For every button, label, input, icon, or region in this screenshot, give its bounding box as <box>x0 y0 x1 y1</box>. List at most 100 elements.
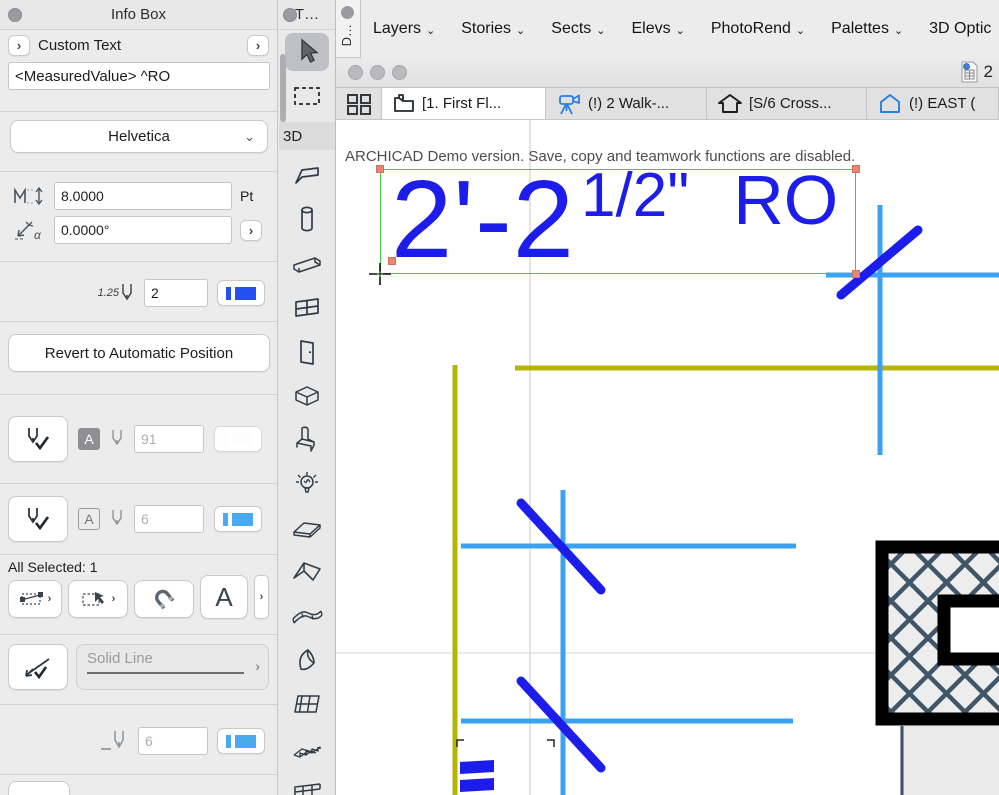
revert-to-automatic-position-button[interactable]: Revert to Automatic Position <box>8 334 270 372</box>
tool-slab[interactable] <box>285 509 329 547</box>
menu-3d-options[interactable]: 3D Optic <box>929 20 991 38</box>
window-title-bar[interactable]: 2 <box>336 58 999 88</box>
window-minimize-button[interactable] <box>370 65 385 80</box>
line-type-toggle-button[interactable] <box>8 644 68 690</box>
font-family-dropdown[interactable]: Helvetica ⌄ <box>10 120 268 153</box>
menu-sects[interactable]: Sects ⌄ <box>551 20 605 38</box>
elevation-house-icon <box>877 93 903 115</box>
skylight-icon <box>292 383 322 409</box>
project-file-icon <box>961 61 978 83</box>
underline-pen-icon <box>99 729 129 753</box>
toolbox-3d-group-label: 3D <box>279 122 335 150</box>
tool-object-chair[interactable] <box>285 421 329 459</box>
menu-photorend[interactable]: PhotoRend ⌄ <box>711 20 805 38</box>
blue-equals-mark <box>460 760 494 792</box>
line-type-preview <box>87 672 244 674</box>
font-pen-toggle-button[interactable] <box>8 416 68 462</box>
palette-close-button[interactable] <box>341 6 354 19</box>
tool-roof[interactable] <box>285 553 329 591</box>
tool-stair[interactable] <box>285 729 329 767</box>
tab-walkthrough[interactable]: (!) 2 Walk-... <box>546 88 707 119</box>
font-pen-section: A <box>0 395 277 484</box>
custom-text-input[interactable] <box>8 62 270 90</box>
marquee-cursor-icon <box>81 589 109 609</box>
menu-stories[interactable]: Stories ⌄ <box>461 20 525 38</box>
magnet-snap-button[interactable] <box>134 580 194 618</box>
tool-skylight[interactable] <box>285 377 329 415</box>
tab-east-elevation[interactable]: (!) EAST ( <box>867 88 999 119</box>
tool-curtain-wall[interactable] <box>285 685 329 723</box>
chevron-down-icon: ⌄ <box>795 24 806 37</box>
grid-icon <box>346 93 372 115</box>
tool-column[interactable] <box>285 201 329 239</box>
tool-flyout-button[interactable]: › <box>254 575 269 619</box>
tab-overview-button[interactable] <box>336 88 382 119</box>
pen-check-icon <box>23 505 53 533</box>
node-path-icon <box>19 589 45 609</box>
tool-railing[interactable] <box>285 773 329 795</box>
font-pen-input[interactable] <box>134 425 204 453</box>
chair-icon <box>294 425 320 455</box>
tool-shell[interactable] <box>285 641 329 679</box>
pen-icon <box>110 428 124 450</box>
toolbox-scrollbar[interactable] <box>280 54 286 122</box>
palette-close-button[interactable] <box>283 8 297 22</box>
curtain-wall-icon <box>292 691 322 717</box>
chevron-down-icon: ⌄ <box>675 24 685 37</box>
tool-wall[interactable] <box>285 157 329 195</box>
outline-pen-toggle-button[interactable] <box>8 496 68 542</box>
font-pen-color-button[interactable] <box>214 426 262 452</box>
collapsed-palette-title: D… <box>339 24 354 47</box>
tool-lamp[interactable] <box>285 465 329 503</box>
line-type-dropdown[interactable]: Solid Line › <box>76 644 269 690</box>
tool-arrow[interactable] <box>285 33 329 71</box>
selection-handle-top-left[interactable] <box>376 165 384 173</box>
info-box-title: Info Box <box>110 6 167 23</box>
marker-pen-input[interactable] <box>138 727 208 755</box>
text-pen-color-button[interactable] <box>217 280 265 306</box>
selection-rectangle[interactable] <box>380 169 856 274</box>
menu-elevs[interactable]: Elevs ⌄ <box>632 20 685 38</box>
tab-first-floor[interactable]: [1. First Fl... <box>382 88 546 119</box>
marquee-select-button[interactable]: › <box>68 580 128 618</box>
toolbox-header: T… <box>279 0 335 30</box>
menu-layers[interactable]: Layers ⌄ <box>373 20 435 38</box>
font-size-input[interactable] <box>54 182 232 210</box>
chevron-down-icon: ⌄ <box>244 128 255 144</box>
wall-icon <box>292 163 322 189</box>
tool-mesh[interactable] <box>285 597 329 635</box>
rotation-angle-input[interactable] <box>54 216 232 244</box>
section-expand-button[interactable]: › <box>8 35 30 56</box>
text-pen-input[interactable] <box>144 279 208 307</box>
tool-beam[interactable] <box>285 245 329 283</box>
partial-button[interactable] <box>8 781 70 795</box>
drawing-canvas[interactable]: ARCHICAD Demo version. Save, copy and te… <box>336 120 999 795</box>
window-zoom-button[interactable] <box>392 65 407 80</box>
selection-handle-bottom-right[interactable] <box>852 270 860 278</box>
custom-text-section: › Custom Text › <box>0 30 277 112</box>
window-close-button[interactable] <box>348 65 363 80</box>
palette-close-button[interactable] <box>8 8 22 22</box>
tool-marquee[interactable] <box>285 77 329 115</box>
outline-pen-color-button[interactable] <box>214 506 262 532</box>
outline-pen-input[interactable] <box>134 505 204 533</box>
selection-handle-top-right[interactable] <box>852 165 860 173</box>
roof-icon <box>291 559 323 585</box>
tab-cross-section[interactable]: [S/6 Cross... <box>707 88 867 119</box>
outline-pen-section: A <box>0 484 277 555</box>
menu-palettes[interactable]: Palettes ⌄ <box>831 20 903 38</box>
chevron-right-icon: › <box>255 658 260 674</box>
collapsed-palette-d[interactable]: D… <box>336 0 361 58</box>
marker-pen-color-button[interactable] <box>217 728 265 754</box>
text-tool-indicator-button[interactable]: A <box>200 575 248 619</box>
angle-options-button[interactable]: › <box>240 219 262 241</box>
custom-text-flyout-button[interactable]: › <box>247 35 269 56</box>
unit-label: Pt <box>240 188 254 204</box>
tool-door[interactable] <box>285 333 329 371</box>
font-section: Helvetica ⌄ <box>0 112 277 172</box>
tool-window[interactable] <box>285 289 329 327</box>
chevron-down-icon: ⌄ <box>893 24 904 37</box>
edit-path-button[interactable]: › <box>8 580 62 618</box>
walkthrough-camera-icon <box>556 92 582 116</box>
all-selected-label: All Selected: 1 <box>8 559 98 575</box>
